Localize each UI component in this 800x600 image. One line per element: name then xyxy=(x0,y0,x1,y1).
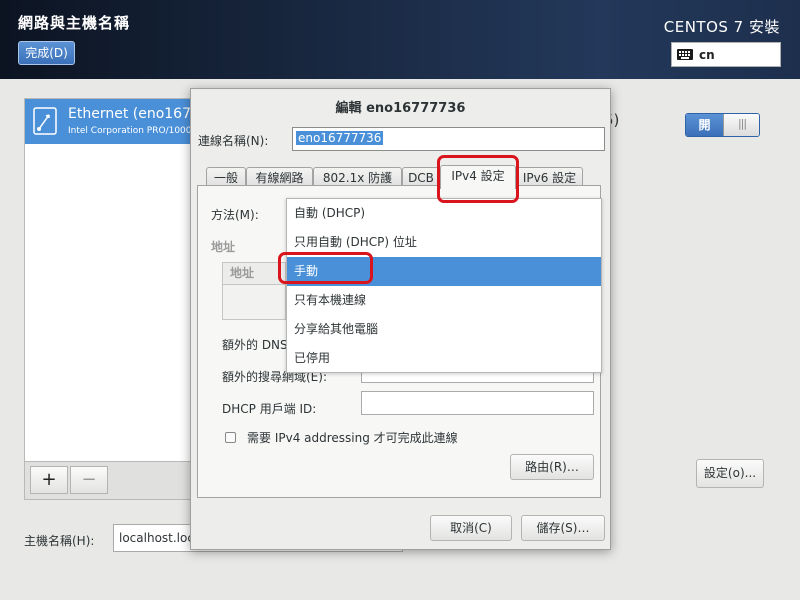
keyboard-icon xyxy=(677,49,693,60)
cancel-button[interactable]: 取消(C) xyxy=(430,515,512,541)
remove-connection-button[interactable]: − xyxy=(70,466,108,494)
connection-list: Ethernet (eno16777736) Intel Corporation… xyxy=(24,98,297,462)
connection-name-label: 連線名稱(N): xyxy=(198,134,269,148)
method-dropdown-menu: 自動 (DHCP) 只用自動 (DHCP) 位址 手動 只有本機連線 分享給其他… xyxy=(286,198,602,373)
connection-item-ethernet[interactable]: Ethernet (eno16777736) Intel Corporation… xyxy=(25,99,297,144)
address-column-header: 地址 xyxy=(223,263,285,285)
save-button[interactable]: 儲存(S)… xyxy=(521,515,605,541)
connection-list-toolbar: + − xyxy=(24,462,194,500)
add-connection-button[interactable]: + xyxy=(30,466,68,494)
connection-name-input[interactable]: eno16777736 xyxy=(292,127,605,151)
toggle-on-label: 開 xyxy=(686,114,723,136)
method-option-disabled[interactable]: 已停用 xyxy=(287,344,601,373)
device-toggle[interactable]: 開 ||| xyxy=(685,113,760,137)
connection-name-value: eno16777736 xyxy=(296,131,384,145)
method-label: 方法(M): xyxy=(211,208,259,222)
product-title: CENTOS 7 安裝 xyxy=(663,18,780,36)
dialog-title: 編輯 eno16777736 xyxy=(335,101,466,116)
require-ipv4-checkbox[interactable] xyxy=(225,432,236,443)
routes-button[interactable]: 路由(R)… xyxy=(510,454,594,480)
edit-connection-dialog: 編輯 eno16777736 連線名稱(N): eno16777736 一般 有… xyxy=(190,88,611,550)
toggle-knob-grip-icon: ||| xyxy=(723,114,759,136)
hostname-label: 主機名稱(H): xyxy=(24,534,95,548)
dhcp-client-id-label: DHCP 用戶端 ID: xyxy=(222,402,317,416)
address-table[interactable]: 地址 xyxy=(222,262,286,320)
page-title: 網路與主機名稱 xyxy=(18,14,131,32)
require-ipv4-label: 需要 IPv4 addressing 才可完成此連線 xyxy=(247,431,458,445)
method-option-link-local[interactable]: 只有本機連線 xyxy=(287,286,601,315)
ipv4-settings-panel: 方法(M): 地址 地址 額外的 DNS 伺服器(V): 額外的搜尋網域(E):… xyxy=(197,185,602,498)
address-heading: 地址 xyxy=(211,240,236,254)
keyboard-layout-code: cn xyxy=(699,48,715,62)
settings-button[interactable]: 設定(o)... xyxy=(696,459,764,488)
method-option-auto-dhcp[interactable]: 自動 (DHCP) xyxy=(287,199,601,228)
wired-network-icon xyxy=(33,107,57,135)
header-bar: 網路與主機名稱 完成(D) CENTOS 7 安裝 cn xyxy=(0,0,800,79)
method-option-shared[interactable]: 分享給其他電腦 xyxy=(287,315,601,344)
done-button[interactable]: 完成(D) xyxy=(18,41,75,65)
highlight-mark-ipv4-tab xyxy=(437,155,519,203)
dhcp-client-id-input[interactable] xyxy=(361,391,594,415)
keyboard-layout-indicator[interactable]: cn xyxy=(671,42,781,67)
highlight-mark-manual-option xyxy=(278,252,373,284)
